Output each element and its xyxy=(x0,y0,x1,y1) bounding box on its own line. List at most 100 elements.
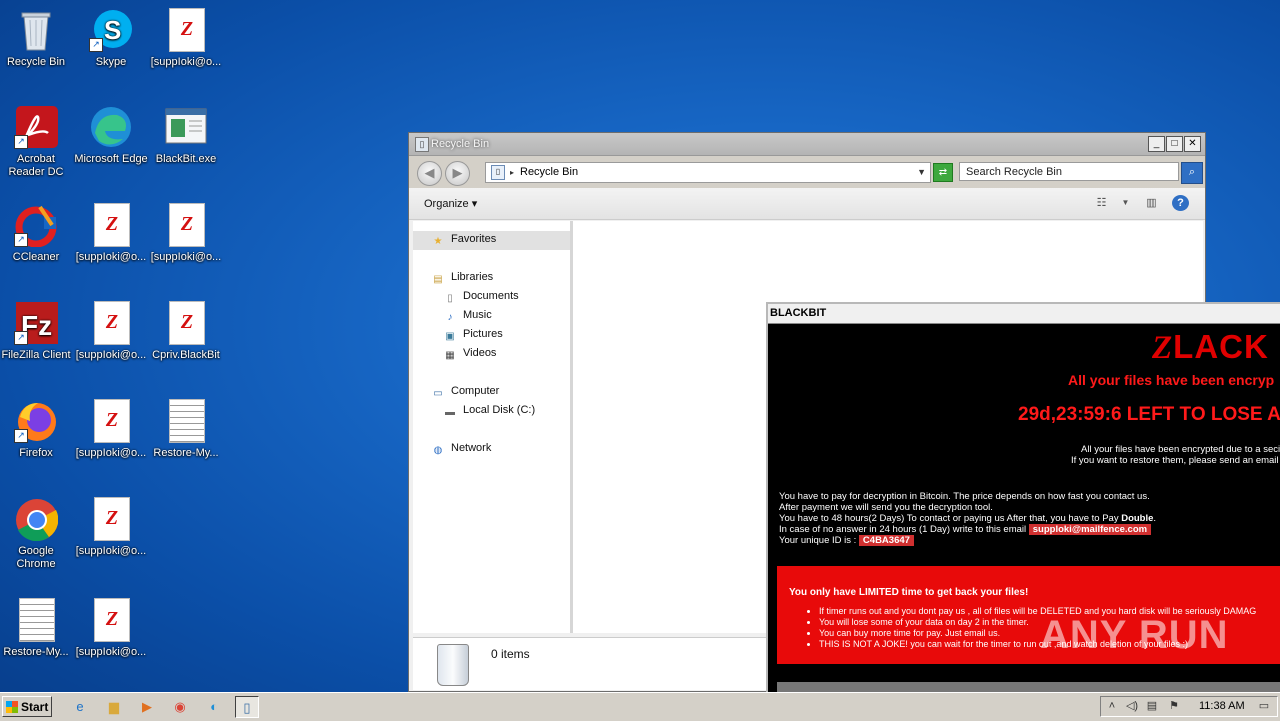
desktop-icon-label: Acrobat Reader DC xyxy=(8,153,64,178)
skype-icon: S ↗ xyxy=(89,8,133,52)
nav-documents[interactable]: ▯ Documents xyxy=(443,290,518,305)
preview-pane-icon[interactable]: ▥ xyxy=(1143,195,1160,211)
chevron-down-icon[interactable]: ▼ xyxy=(1117,195,1134,211)
nav-local-disk[interactable]: ▬ Local Disk (C:) xyxy=(443,404,535,419)
nav-network[interactable]: ◍ Network xyxy=(431,442,492,457)
desktop-icon-encrypted-file[interactable]: Z [suppIoki@o... xyxy=(73,497,149,558)
instruction-line: Your unique ID is : C4BA3647 xyxy=(779,535,1156,546)
blackbit-file-icon: Z xyxy=(164,301,208,345)
desktop-icon-recycle-bin[interactable]: Recycle Bin xyxy=(0,8,74,69)
nav-computer[interactable]: ▭ Computer xyxy=(431,385,499,400)
shortcut-arrow-icon: ↗ xyxy=(14,331,28,345)
desktop-icon-edge[interactable]: Microsoft Edge xyxy=(73,105,149,166)
instruction-text: You have to 48 hours(2 Days) To contact … xyxy=(779,513,1122,524)
back-button[interactable]: ◀ xyxy=(417,161,442,186)
recycle-bin-small-icon: ▯ xyxy=(491,165,505,180)
documents-icon: ▯ xyxy=(447,293,453,304)
desktop-icon-encrypted-file[interactable]: Z [suppIoki@o... xyxy=(148,203,224,264)
chevron-down-icon[interactable]: ▼ xyxy=(917,163,926,182)
pictures-icon: ▣ xyxy=(445,331,455,342)
window-title: Recycle Bin xyxy=(431,138,490,150)
start-button[interactable]: Start xyxy=(2,696,52,717)
desktop-icon-firefox[interactable]: ↗ Firefox xyxy=(0,399,74,460)
view-options-icon[interactable]: ☷ xyxy=(1093,195,1110,211)
unique-id: C4BA3647 xyxy=(858,535,914,546)
forward-button[interactable]: ▶ xyxy=(445,161,470,186)
edge-icon[interactable]: ◐ xyxy=(202,696,226,718)
desktop-icon-encrypted-file[interactable]: Z [suppIoki@o... xyxy=(73,203,149,264)
desktop-icon-filezilla[interactable]: Fz ↗ FileZilla Client xyxy=(0,301,74,362)
breadcrumb-arrow-icon[interactable]: ▸ xyxy=(510,163,514,182)
network-icon[interactable]: ▤ xyxy=(1145,699,1159,713)
show-desktop-icon[interactable]: ▭ xyxy=(1257,699,1271,713)
ransom-headline: All your files have been encryp xyxy=(1068,372,1275,388)
desktop-icon-label: Google Chrome xyxy=(16,545,56,570)
ransom-window-title[interactable]: BLACKBIT xyxy=(768,304,1280,324)
clock[interactable]: 11:38 AM xyxy=(1199,700,1245,712)
desktop-icon-label: CCleaner xyxy=(12,251,60,263)
desktop-icon-skype[interactable]: S ↗ Skype xyxy=(73,8,149,69)
nav-favorites[interactable]: ★ Favorites xyxy=(431,233,497,248)
desktop-icon-encrypted-file[interactable]: Z [suppIoki@o... xyxy=(73,598,149,659)
chrome-icon[interactable]: ◉ xyxy=(168,696,192,718)
maximize-button[interactable]: □ xyxy=(1166,136,1183,152)
nav-videos[interactable]: ▦ Videos xyxy=(443,347,496,362)
nav-label: Favorites xyxy=(451,233,497,245)
desktop-icon-label: Cpriv.BlackBit xyxy=(152,349,220,361)
desktop-icon-label: Recycle Bin xyxy=(6,56,66,68)
shortcut-arrow-icon: ↗ xyxy=(89,38,103,52)
blackbit-file-icon: Z xyxy=(89,203,133,247)
desktop-icon-label: [suppIoki@o... xyxy=(150,56,222,68)
file-explorer-icon[interactable]: ▆ xyxy=(102,696,126,718)
organize-button[interactable]: Organize ▾ xyxy=(424,197,477,210)
desktop-icon-label: Restore-My... xyxy=(153,447,219,459)
desktop-icon-encrypted-file[interactable]: Z [suppIoki@o... xyxy=(148,8,224,69)
media-player-icon[interactable]: ▶ xyxy=(135,696,159,718)
ccleaner-icon: ↗ xyxy=(14,203,58,248)
logo-z: Z xyxy=(1152,330,1174,366)
blackbit-logo: ZLACK I xyxy=(1152,328,1280,367)
nav-label: Local Disk (C:) xyxy=(463,404,536,416)
blackbit-file-icon: Z xyxy=(89,399,133,443)
explorer-titlebar[interactable]: ▯ Recycle Bin _ □ ✕ xyxy=(409,133,1205,156)
desktop-icon-restore-txt[interactable]: Restore-My... xyxy=(148,399,224,460)
instruction-line: You have to pay for decryption in Bitcoi… xyxy=(779,491,1150,502)
chevron-up-icon[interactable]: ˄ xyxy=(1105,699,1119,713)
countdown-timer: 29d,23:59:6 LEFT TO LOSE A xyxy=(1018,404,1280,425)
desktop-icon-encrypted-file[interactable]: Z [suppIoki@o... xyxy=(73,301,149,362)
desktop-icon-label: Firefox xyxy=(19,447,53,459)
close-button[interactable]: ✕ xyxy=(1184,136,1201,152)
blackbit-file-icon: Z xyxy=(89,497,133,541)
recycle-bin-task-icon[interactable]: ▯ xyxy=(235,696,259,718)
ransom-line-2: If you want to restore them, please send… xyxy=(1071,455,1279,466)
desktop-icon-blackbit-exe[interactable]: BlackBit.exe xyxy=(148,105,224,166)
desktop-icon-cpriv[interactable]: Z Cpriv.BlackBit xyxy=(148,301,224,362)
videos-icon: ▦ xyxy=(445,350,455,361)
command-bar: Organize ▾ ☷ ▼ ▥ ? xyxy=(409,188,1205,220)
search-icon[interactable]: ⌕ xyxy=(1181,162,1203,184)
desktop-icon-chrome[interactable]: Google Chrome xyxy=(0,497,74,571)
search-input[interactable]: Search Recycle Bin xyxy=(959,162,1179,181)
desktop-icon-label: BlackBit.exe xyxy=(155,153,217,165)
anyrun-watermark: ANY RUN xyxy=(1040,613,1229,657)
minimize-button[interactable]: _ xyxy=(1148,136,1165,152)
desktop-icon-ccleaner[interactable]: ↗ CCleaner xyxy=(0,203,74,264)
nav-label: Videos xyxy=(463,347,497,359)
nav-libraries[interactable]: ▤ Libraries xyxy=(431,271,493,286)
help-icon[interactable]: ? xyxy=(1172,195,1189,211)
blackbit-file-icon: Z xyxy=(89,301,133,345)
nav-pictures[interactable]: ▣ Pictures xyxy=(443,328,502,343)
blackbit-file-icon: Z xyxy=(89,598,133,642)
volume-icon[interactable]: ◁) xyxy=(1125,699,1139,713)
desktop-icon-acrobat[interactable]: ↗ Acrobat Reader DC xyxy=(0,105,74,179)
address-bar[interactable]: ▯ ▸ Recycle Bin ▼ xyxy=(485,162,931,183)
desktop-icon-encrypted-file[interactable]: Z [suppIoki@o... xyxy=(73,399,149,460)
ransom-line-1: All your files have been encrypted due t… xyxy=(1081,444,1280,455)
uid-label: Your unique ID is : xyxy=(779,535,857,546)
internet-explorer-icon[interactable]: e xyxy=(68,696,92,718)
windows-logo-icon xyxy=(6,701,18,713)
desktop-icon-restore-txt[interactable]: Restore-My... xyxy=(0,598,74,659)
refresh-button[interactable]: ⇄ xyxy=(933,163,953,182)
flag-icon[interactable]: ⚑ xyxy=(1167,699,1181,713)
nav-music[interactable]: ♪ Music xyxy=(443,309,492,324)
